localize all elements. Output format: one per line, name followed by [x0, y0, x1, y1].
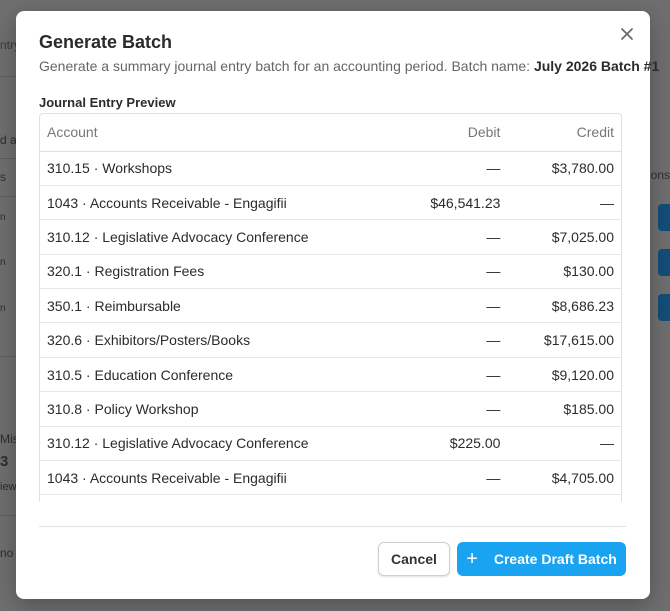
- bg-divider: [0, 76, 16, 77]
- credit-cell: $7,025.00: [507, 219, 621, 255]
- credit-cell: $3,780.00: [507, 151, 621, 186]
- account-cell: 310.15 · Workshops: [40, 151, 401, 186]
- generate-batch-dialog: Generate Batch Generate a summary journa…: [16, 11, 659, 599]
- bg-button: [658, 204, 670, 231]
- credit-cell: [507, 494, 621, 502]
- bg-divider: [0, 196, 16, 197]
- credit-cell: $4,705.00: [507, 460, 621, 496]
- cancel-button[interactable]: Cancel: [378, 542, 450, 576]
- bg-divider: [0, 356, 16, 357]
- account-cell: 350.1 · Reimbursable: [40, 288, 401, 324]
- bg-button: [658, 294, 670, 321]
- credit-cell: $9,120.00: [507, 357, 621, 393]
- table-row: 1043 · Accounts Receivable - Engagifii —…: [40, 460, 621, 496]
- column-header-debit: Debit: [400, 114, 508, 152]
- bg-button: [658, 249, 670, 276]
- account-cell: 1043 · Accounts Receivable - Engagifii: [40, 460, 401, 496]
- journal-entry-table-container[interactable]: Account Debit Credit 310.15 · Workshops …: [39, 113, 622, 502]
- debit-cell: —: [400, 322, 508, 358]
- journal-entry-preview-label: Journal Entry Preview: [39, 95, 176, 110]
- close-button[interactable]: [618, 25, 636, 43]
- debit-cell: —: [400, 219, 508, 255]
- table-row: 320.1 · Registration Fees — $130.00: [40, 254, 621, 290]
- bg-divider: [0, 158, 16, 159]
- dialog-subtitle: Generate a summary journal entry batch f…: [39, 58, 659, 74]
- table-row: [40, 494, 621, 502]
- credit-cell: $17,615.00: [507, 322, 621, 358]
- create-draft-batch-label: Create Draft Batch: [493, 551, 617, 567]
- account-cell: 320.1 · Registration Fees: [40, 254, 401, 290]
- create-draft-batch-button[interactable]: + Create Draft Batch: [457, 542, 626, 576]
- bg-text-fragment: 3: [0, 453, 9, 470]
- debit-cell: —: [400, 391, 508, 427]
- table-row: 310.5 · Education Conference — $9,120.00: [40, 357, 621, 393]
- debit-cell: —: [400, 357, 508, 393]
- credit-cell: $185.00: [507, 391, 621, 427]
- bg-text-fragment: iew: [0, 481, 17, 493]
- credit-cell: —: [507, 426, 621, 462]
- table-row: 310.12 · Legislative Advocacy Conference…: [40, 426, 621, 462]
- bg-text-fragment: n: [0, 257, 6, 268]
- bg-text-fragment: s: [0, 170, 6, 184]
- batch-name: July 2026 Batch #1: [533, 58, 660, 74]
- credit-cell: $8,686.23: [507, 288, 621, 324]
- debit-cell: —: [400, 151, 508, 186]
- journal-entry-table: Account Debit Credit 310.15 · Workshops …: [40, 114, 621, 502]
- plus-icon: +: [466, 548, 478, 570]
- table-header-row: Account Debit Credit: [40, 114, 621, 152]
- bg-text-fragment: n: [0, 303, 6, 314]
- debit-cell: —: [400, 460, 508, 496]
- footer-divider: [39, 526, 626, 527]
- credit-cell: —: [507, 185, 621, 221]
- column-header-account: Account: [40, 114, 401, 152]
- dialog-title: Generate Batch: [39, 32, 173, 52]
- debit-cell: $46,541.23: [400, 185, 508, 221]
- column-header-credit: Credit: [507, 114, 621, 152]
- account-cell: 1043 · Accounts Receivable - Engagifii: [40, 185, 401, 221]
- cancel-button-label: Cancel: [391, 551, 437, 567]
- table-row: 350.1 · Reimbursable — $8,686.23: [40, 288, 621, 324]
- debit-cell: —: [400, 288, 508, 324]
- table-row: 310.8 · Policy Workshop — $185.00: [40, 391, 621, 427]
- account-cell: 310.8 · Policy Workshop: [40, 391, 401, 427]
- bg-divider: [0, 515, 16, 516]
- debit-cell: —: [400, 254, 508, 290]
- subtitle-text: Generate a summary journal entry batch f…: [39, 58, 531, 74]
- account-cell: 320.6 · Exhibitors/Posters/Books: [40, 322, 401, 358]
- table-row: 320.6 · Exhibitors/Posters/Books — $17,6…: [40, 322, 621, 358]
- debit-cell: [400, 494, 508, 502]
- table-row: 310.12 · Legislative Advocacy Conference…: [40, 219, 621, 255]
- table-row: 310.15 · Workshops — $3,780.00: [40, 151, 621, 186]
- bg-text-fragment: n: [0, 212, 6, 223]
- account-cell: 310.12 · Legislative Advocacy Conference: [40, 426, 401, 462]
- account-cell: [40, 494, 401, 502]
- credit-cell: $130.00: [507, 254, 621, 290]
- debit-cell: $225.00: [400, 426, 508, 462]
- account-cell: 310.12 · Legislative Advocacy Conference: [40, 219, 401, 255]
- account-cell: 310.5 · Education Conference: [40, 357, 401, 393]
- table-row: 1043 · Accounts Receivable - Engagifii $…: [40, 185, 621, 221]
- close-icon: [621, 28, 633, 40]
